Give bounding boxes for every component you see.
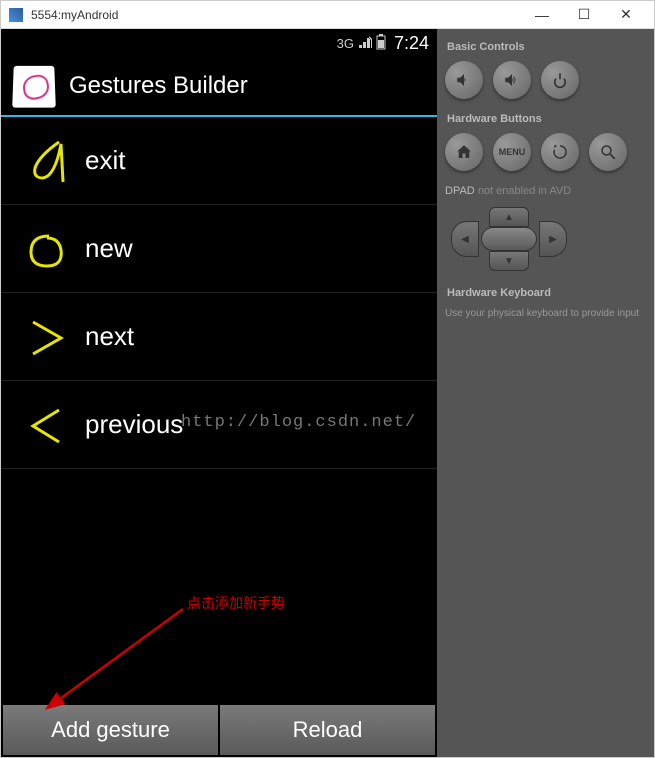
list-item[interactable]: previous: [1, 381, 437, 469]
clock: 7:24: [394, 33, 429, 54]
network-type-icon: 3G: [337, 36, 354, 51]
annotation-arrow-icon: [43, 601, 193, 711]
signal-icon: [358, 35, 372, 52]
gesture-label: previous: [85, 409, 183, 440]
back-button[interactable]: [541, 133, 579, 171]
gesture-label: next: [85, 321, 134, 352]
emulator-side-panel: Basic Controls Hardware Buttons MENU: [437, 29, 654, 757]
android-status-bar: 3G 7:24: [1, 29, 437, 57]
dpad-down-button[interactable]: ▼: [489, 251, 529, 271]
home-button[interactable]: [445, 133, 483, 171]
app-title: Gestures Builder: [69, 72, 248, 100]
hardware-buttons-title: Hardware Buttons: [447, 113, 646, 125]
list-item[interactable]: exit: [1, 117, 437, 205]
hw-keyboard-title: Hardware Keyboard: [447, 287, 646, 299]
reload-button[interactable]: Reload: [220, 705, 435, 755]
gesture-circle-icon: [21, 224, 71, 274]
emulator-window: 5554:myAndroid — ☐ ✕ 3G 7:24 Gestures Bu…: [0, 0, 655, 758]
battery-icon: [376, 34, 386, 53]
hw-keyboard-note: Use your physical keyboard to provide in…: [445, 307, 646, 320]
list-item[interactable]: new: [1, 205, 437, 293]
gesture-left-icon: [21, 400, 71, 450]
device-screen: 3G 7:24 Gestures Builder exit: [1, 29, 437, 757]
volume-up-button[interactable]: [493, 61, 531, 99]
dpad: ▲ ▼ ◀ ▶: [445, 203, 573, 273]
emulator-area: 3G 7:24 Gestures Builder exit: [1, 29, 654, 757]
power-button[interactable]: [541, 61, 579, 99]
button-bar: Add gesture Reload: [1, 703, 437, 757]
menu-button[interactable]: MENU: [493, 133, 531, 171]
dpad-center-button[interactable]: [481, 227, 537, 251]
add-gesture-button[interactable]: Add gesture: [3, 705, 218, 755]
dpad-up-button[interactable]: ▲: [489, 207, 529, 227]
dpad-left-button[interactable]: ◀: [451, 221, 479, 257]
list-item[interactable]: next: [1, 293, 437, 381]
app-header: Gestures Builder: [1, 57, 437, 117]
app-window-icon: [9, 8, 23, 22]
gesture-label: new: [85, 233, 133, 264]
app-icon: [12, 66, 56, 108]
dpad-title: DPAD: [445, 185, 475, 197]
dpad-note: not enabled in AVD: [478, 185, 571, 197]
close-button[interactable]: ✕: [614, 5, 638, 25]
gesture-list: exit new next previous: [1, 117, 437, 469]
volume-down-button[interactable]: [445, 61, 483, 99]
dpad-right-button[interactable]: ▶: [539, 221, 567, 257]
maximize-button[interactable]: ☐: [572, 5, 596, 25]
window-title: 5554:myAndroid: [31, 8, 530, 22]
gesture-alpha-icon: [21, 136, 71, 186]
window-titlebar: 5554:myAndroid — ☐ ✕: [1, 1, 654, 29]
annotation-text: 点击添加新手势: [187, 593, 285, 613]
gesture-label: exit: [85, 145, 125, 176]
minimize-button[interactable]: —: [530, 5, 554, 25]
gesture-right-icon: [21, 312, 71, 362]
basic-controls-title: Basic Controls: [447, 41, 646, 53]
search-button[interactable]: [589, 133, 627, 171]
